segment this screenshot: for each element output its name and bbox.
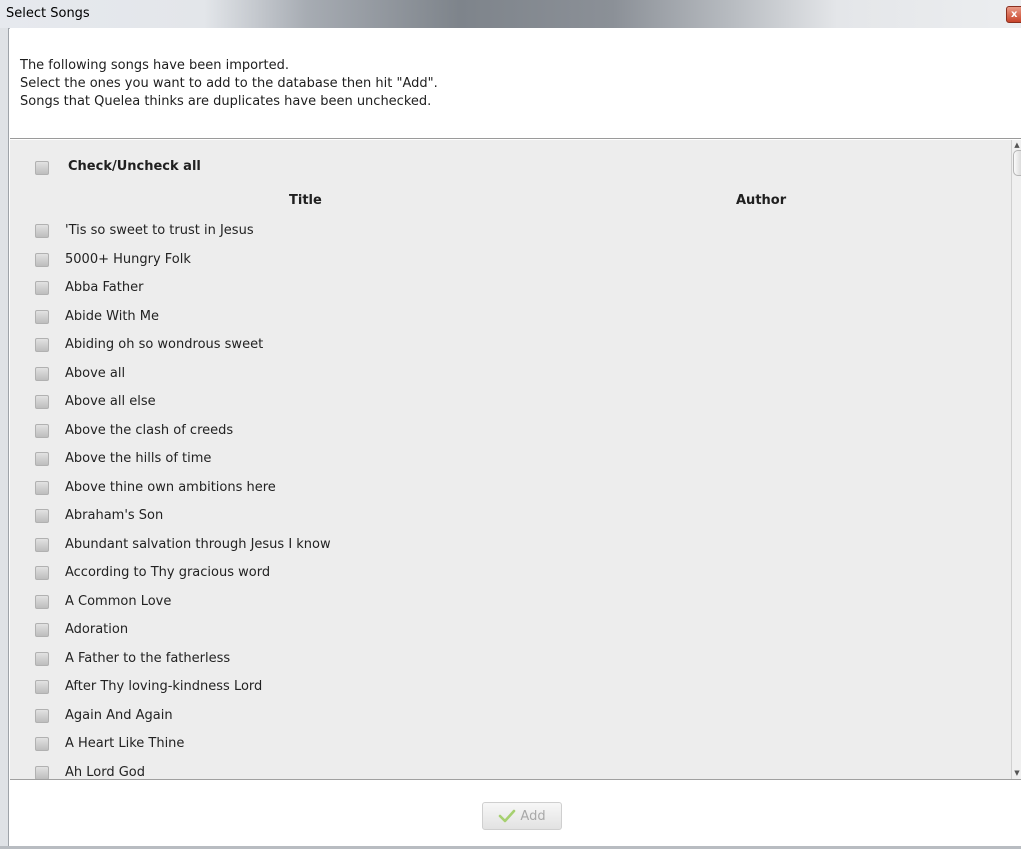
song-title: Above thine own ambitions here [65,479,276,495]
song-title: A Father to the fatherless [65,650,231,666]
song-checkbox[interactable] [35,708,49,723]
instruction-line-3: Songs that Quelea thinks are duplicates … [20,94,432,109]
column-header-author: Author [736,193,787,208]
song-title: Above the clash of creeds [65,422,234,438]
song-checkbox[interactable] [35,651,49,666]
song-row[interactable]: Ah Lord God [10,760,1005,780]
button-bar: Add [10,779,1021,846]
song-row[interactable]: Above all else [10,389,1005,417]
song-checkbox[interactable] [35,537,49,552]
song-title: Abba Father [65,280,144,295]
song-row[interactable]: After Thy loving-kindness Lord [10,674,1005,702]
add-button-label: Add [520,808,546,824]
song-title: Above all else [65,394,156,409]
song-checkbox[interactable] [35,423,49,438]
song-title: Abundant salvation through Jesus I know [65,536,331,552]
song-row[interactable]: 'Tis so sweet to trust in Jesus [10,218,1005,246]
song-checkbox[interactable] [35,680,49,694]
scroll-down-arrow-icon[interactable]: ▼ [1013,768,1021,778]
vertical-scrollbar[interactable]: ▲ ▼ [1011,140,1021,779]
song-checkbox[interactable] [35,338,49,352]
song-row[interactable]: Abraham's Son [10,503,1005,531]
song-checkbox[interactable] [35,252,49,267]
song-list[interactable]: Check/Uncheck all Title Author 'Tis so s… [10,140,1021,779]
song-row[interactable]: According to Thy gracious word [10,560,1005,588]
window-frame-left [0,28,9,849]
song-checkbox[interactable] [35,309,49,324]
song-checkbox[interactable] [35,765,49,779]
check-all-label[interactable]: Check/Uncheck all [68,159,201,174]
song-title: Above all [65,365,126,381]
song-checkbox[interactable] [35,224,49,238]
song-title: Again And Again [65,707,173,723]
song-title: Abiding oh so wondrous sweet [65,337,264,352]
song-checkbox[interactable] [35,480,49,495]
song-row[interactable]: Again And Again [10,703,1005,731]
song-row[interactable]: A Father to the fatherless [10,646,1005,674]
check-all-checkbox[interactable] [35,161,49,175]
song-title: A Heart Like Thine [65,736,185,751]
song-row[interactable]: Abba Father [10,275,1005,303]
song-title: Above the hills of time [65,451,212,466]
title-bar[interactable]: Select Songs x [0,0,1021,29]
song-row[interactable]: Above the hills of time [10,446,1005,474]
song-checkbox[interactable] [35,566,49,580]
song-checkbox[interactable] [35,395,49,409]
column-header-title: Title [289,193,322,208]
close-icon: x [1011,9,1018,20]
song-checkbox[interactable] [35,452,49,466]
song-row[interactable]: A Common Love [10,589,1005,617]
song-title: Ah Lord God [65,764,146,780]
song-row[interactable]: Adoration [10,617,1005,645]
song-checkbox[interactable] [35,281,49,295]
song-title: According to Thy gracious word [65,565,271,580]
song-checkbox[interactable] [35,737,49,751]
close-button[interactable]: x [1006,6,1021,23]
song-checkbox[interactable] [35,366,49,381]
song-row[interactable]: Abide With Me [10,304,1005,332]
song-row[interactable]: Abiding oh so wondrous sweet [10,332,1005,360]
checkmark-icon [499,809,516,823]
song-title: A Common Love [65,593,172,609]
scroll-up-arrow-icon[interactable]: ▲ [1013,140,1021,150]
song-row[interactable]: Abundant salvation through Jesus I know [10,532,1005,560]
add-button[interactable]: Add [482,802,562,830]
song-row[interactable]: 5000+ Hungry Folk [10,247,1005,275]
song-row[interactable]: Above the clash of creeds [10,418,1005,446]
song-checkbox[interactable] [35,509,49,523]
instruction-line-2: Select the ones you want to add to the d… [20,76,438,91]
instruction-line-1: The following songs have been imported. [20,58,289,73]
song-row[interactable]: A Heart Like Thine [10,731,1005,759]
scroll-thumb[interactable] [1013,150,1021,176]
song-row[interactable]: Above thine own ambitions here [10,475,1005,503]
select-songs-dialog: Select Songs x The following songs have … [0,0,1021,849]
song-row[interactable]: Above all [10,361,1005,389]
song-title: Abide With Me [65,308,160,324]
window-title: Select Songs [6,6,90,21]
song-title: Adoration [65,622,129,637]
instructions-panel: The following songs have been imported. … [10,28,1021,139]
song-title: 'Tis so sweet to trust in Jesus [65,223,254,238]
song-checkbox[interactable] [35,594,49,609]
song-title: 5000+ Hungry Folk [65,251,191,267]
song-title: After Thy loving-kindness Lord [65,679,263,694]
song-checkbox[interactable] [35,623,49,637]
song-title: Abraham's Son [65,508,164,523]
